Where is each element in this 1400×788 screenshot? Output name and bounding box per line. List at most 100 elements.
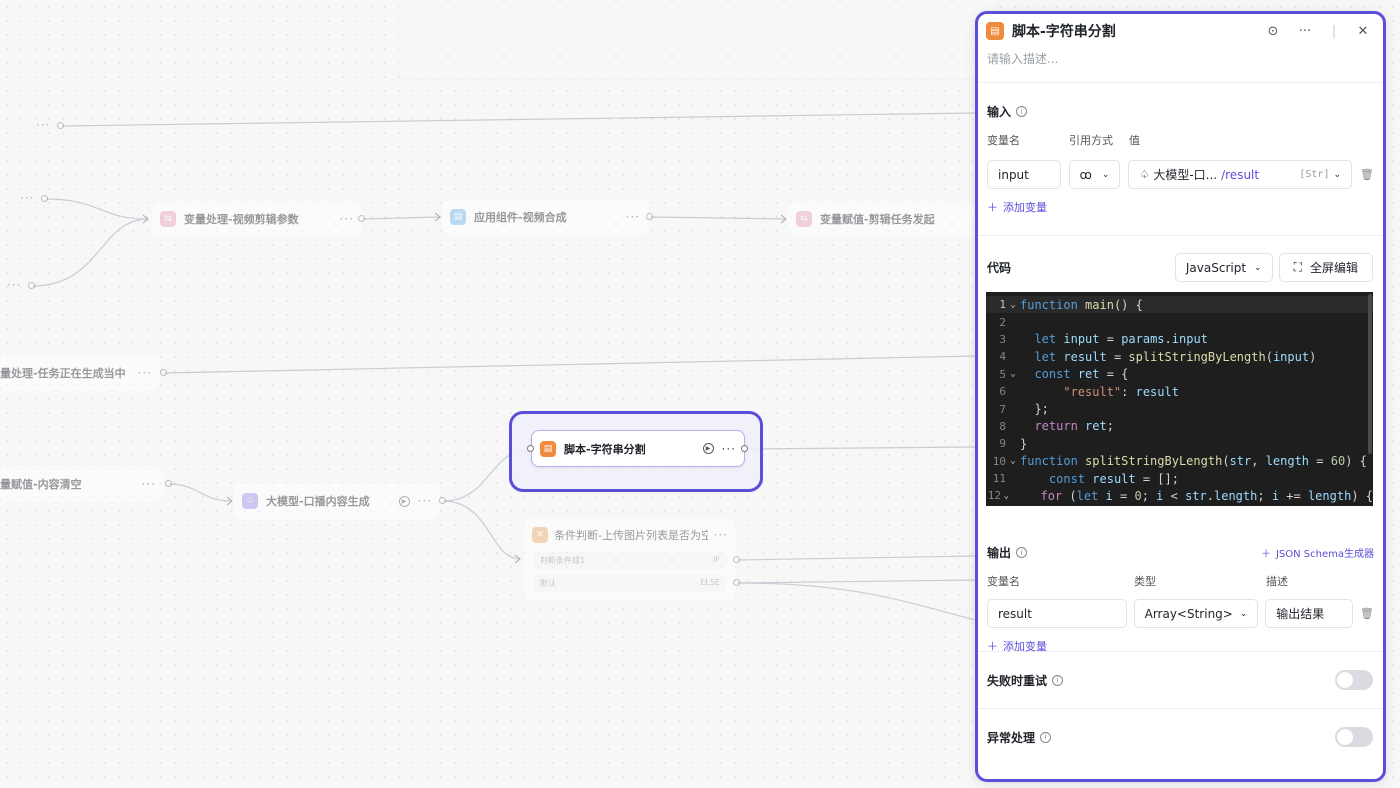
node-output-handle[interactable] bbox=[439, 497, 446, 504]
node-title: 变量处理-视频剪辑参数 bbox=[184, 213, 299, 226]
node-config-panel: ▤ 脚本-字符串分割 ⊙ ··· | ✕ 请输入描述... 输入 i 变量名 引… bbox=[975, 11, 1386, 782]
code-line: 5 ⌄ const ret = { bbox=[999, 367, 1129, 382]
add-variable-label: 添加变量 bbox=[1003, 640, 1047, 653]
ref-mode-value: ꝏ bbox=[1079, 167, 1092, 182]
node-menu-dots[interactable]: ··· bbox=[626, 210, 640, 224]
more-icon[interactable]: ··· bbox=[1293, 24, 1317, 39]
node-output-handle[interactable] bbox=[358, 215, 365, 222]
fold-icon[interactable]: ⌄ bbox=[1006, 369, 1020, 379]
column-label: 描述 bbox=[1266, 575, 1288, 588]
fold-icon[interactable]: ⌄ bbox=[1006, 456, 1020, 466]
condition-branch-if: 判断条件组1 IF bbox=[534, 552, 726, 569]
json-schema-generator-link[interactable]: ＋ JSON Schema生成器 bbox=[1261, 545, 1374, 560]
code-editor[interactable]: 1 ⌄ function main() { 2 3 let input = para… bbox=[986, 292, 1373, 506]
node-menu-dots[interactable]: ··· bbox=[722, 442, 736, 456]
node-output-handle[interactable] bbox=[741, 445, 748, 452]
retry-toggle[interactable] bbox=[1335, 670, 1373, 690]
node-output-handle[interactable] bbox=[165, 480, 172, 487]
node-llm-gen[interactable]: ♤ 大模型-口播内容生成 ▶ ··· bbox=[234, 483, 440, 519]
node-menu-dots[interactable]: ··· bbox=[418, 494, 432, 508]
description-input[interactable]: 请输入描述... bbox=[978, 48, 1383, 82]
node-cut-task[interactable]: ⇆ 变量赋值-剪辑任务发起 bbox=[788, 201, 974, 237]
output-row: result Array<String> ⌄ 输出结果 🗑 bbox=[987, 599, 1374, 628]
edge bbox=[362, 216, 441, 220]
node-output-handle[interactable] bbox=[646, 213, 653, 220]
node-output-handle[interactable] bbox=[57, 122, 64, 129]
run-icon[interactable]: ▶ bbox=[398, 495, 410, 507]
node-menu-dots[interactable]: ··· bbox=[7, 278, 21, 292]
column-label: 引用方式 bbox=[1069, 134, 1113, 147]
run-icon[interactable]: ⊙ bbox=[1261, 24, 1285, 39]
info-icon[interactable]: i bbox=[1040, 731, 1052, 743]
node-title: 大模型-口播内容生成 bbox=[266, 495, 370, 508]
node-menu-dots[interactable]: ··· bbox=[20, 191, 34, 205]
section-title: 输出 bbox=[987, 546, 1012, 560]
top-card-node[interactable] bbox=[398, 0, 998, 80]
code-line: 9} bbox=[999, 436, 1028, 451]
node-output-handle[interactable] bbox=[28, 282, 35, 289]
input-column-labels: 变量名 引用方式 值 bbox=[987, 132, 1374, 148]
column-label: 值 bbox=[1129, 134, 1140, 147]
fullscreen-label: 全屏编辑 bbox=[1309, 261, 1358, 275]
node-video-compose[interactable]: ▤ 应用组件-视频合成 ··· bbox=[442, 199, 648, 235]
node-video-params[interactable]: ⇆ 变量处理-视频剪辑参数 ··· bbox=[152, 201, 362, 237]
ref-mode-select[interactable]: ꝏ ⌄ bbox=[1068, 160, 1121, 189]
node-menu-dots[interactable]: ··· bbox=[138, 366, 152, 380]
node-input-handle[interactable] bbox=[527, 445, 534, 452]
ref-value-select[interactable]: ♤ 大模型-口... /result [Str] ⌄ bbox=[1128, 160, 1353, 189]
if-output-handle[interactable] bbox=[733, 556, 740, 563]
node-title: 量赋值-内容清空 bbox=[0, 478, 82, 491]
panel-header: ▤ 脚本-字符串分割 ⊙ ··· | ✕ bbox=[978, 14, 1383, 48]
plus-icon: ＋ bbox=[1260, 549, 1271, 560]
input-var-name-field[interactable]: input bbox=[987, 160, 1061, 189]
output-section: 输出 i ＋ JSON Schema生成器 变量名 类型 描述 result A… bbox=[978, 506, 1383, 653]
node-task-generating[interactable]: 量处理-任务正在生成当中 ··· bbox=[0, 355, 160, 391]
info-icon[interactable]: i bbox=[1016, 106, 1028, 117]
branch-label: 默认 bbox=[540, 579, 556, 588]
chevron-down-icon: ⌄ bbox=[1101, 169, 1110, 180]
node-menu-dots[interactable]: ··· bbox=[340, 212, 354, 226]
node-content-clear[interactable]: 量赋值-内容清空 ··· bbox=[0, 466, 164, 502]
fold-icon[interactable]: ⌄ bbox=[1001, 491, 1012, 501]
ref-type-badge: [Str] bbox=[1299, 169, 1330, 180]
fold-icon[interactable]: ⌄ bbox=[1006, 300, 1020, 310]
node-title: 变量赋值-剪辑任务发起 bbox=[820, 213, 935, 226]
fullscreen-edit-button[interactable]: ⛶ 全屏编辑 bbox=[1278, 253, 1373, 282]
code-line: 3 let input = params.input bbox=[999, 332, 1208, 347]
node-menu-dots[interactable]: ··· bbox=[714, 528, 728, 542]
edge bbox=[32, 218, 149, 287]
node-menu-dots[interactable]: ··· bbox=[36, 118, 50, 132]
info-icon[interactable]: i bbox=[1016, 547, 1028, 558]
exception-toggle[interactable] bbox=[1335, 727, 1373, 747]
code-scrollbar[interactable] bbox=[1368, 294, 1372, 454]
node-menu-dots[interactable]: ··· bbox=[142, 477, 156, 491]
node-title: 条件判断-上传图片列表是否为空 bbox=[554, 529, 708, 542]
edge bbox=[736, 582, 976, 621]
language-select[interactable]: JavaScript ⌄ bbox=[1174, 253, 1273, 282]
ref-source: 大模型-口... bbox=[1153, 168, 1218, 182]
input-row: input ꝏ ⌄ ♤ 大模型-口... /result [Str] ⌄ 🗑 bbox=[987, 160, 1374, 189]
schema-link-label: JSON Schema生成器 bbox=[1275, 549, 1374, 560]
node-output-handle[interactable] bbox=[160, 369, 167, 376]
node-output-handle[interactable] bbox=[41, 195, 48, 202]
condition-branch-else: 默认 ELSE bbox=[534, 575, 726, 592]
delete-icon[interactable]: 🗑 bbox=[1360, 607, 1374, 620]
info-icon[interactable]: i bbox=[1052, 674, 1064, 686]
column-label: 类型 bbox=[1134, 575, 1156, 588]
output-var-name-field[interactable]: result bbox=[987, 599, 1127, 628]
code-line: 12 ⌄ for (let i = 0; i < str.length; i +=… bbox=[987, 488, 1373, 503]
chevron-down-icon: ⌄ bbox=[1254, 262, 1262, 273]
node-string-split-selected[interactable]: ▤ 脚本-字符串分割 ▶ ··· bbox=[531, 430, 745, 467]
output-desc-field[interactable]: 输出结果 bbox=[1265, 599, 1354, 628]
exception-row: 异常处理 i bbox=[978, 709, 1383, 765]
output-type-select[interactable]: Array<String> ⌄ bbox=[1133, 599, 1259, 628]
panel-title[interactable]: 脚本-字符串分割 bbox=[1012, 21, 1253, 41]
add-input-variable-button[interactable]: ＋ 添加变量 bbox=[987, 199, 1374, 215]
node-condition[interactable]: ✕ 条件判断-上传图片列表是否为空 ··· 判断条件组1 IF 默认 ELSE bbox=[524, 518, 736, 600]
run-icon[interactable]: ▶ bbox=[702, 443, 714, 454]
delete-icon[interactable]: 🗑 bbox=[1360, 168, 1374, 181]
edge bbox=[649, 216, 787, 220]
close-icon[interactable]: ✕ bbox=[1351, 24, 1375, 39]
else-output-handle[interactable] bbox=[733, 579, 740, 586]
code-line: 6 "result": result bbox=[999, 384, 1179, 399]
